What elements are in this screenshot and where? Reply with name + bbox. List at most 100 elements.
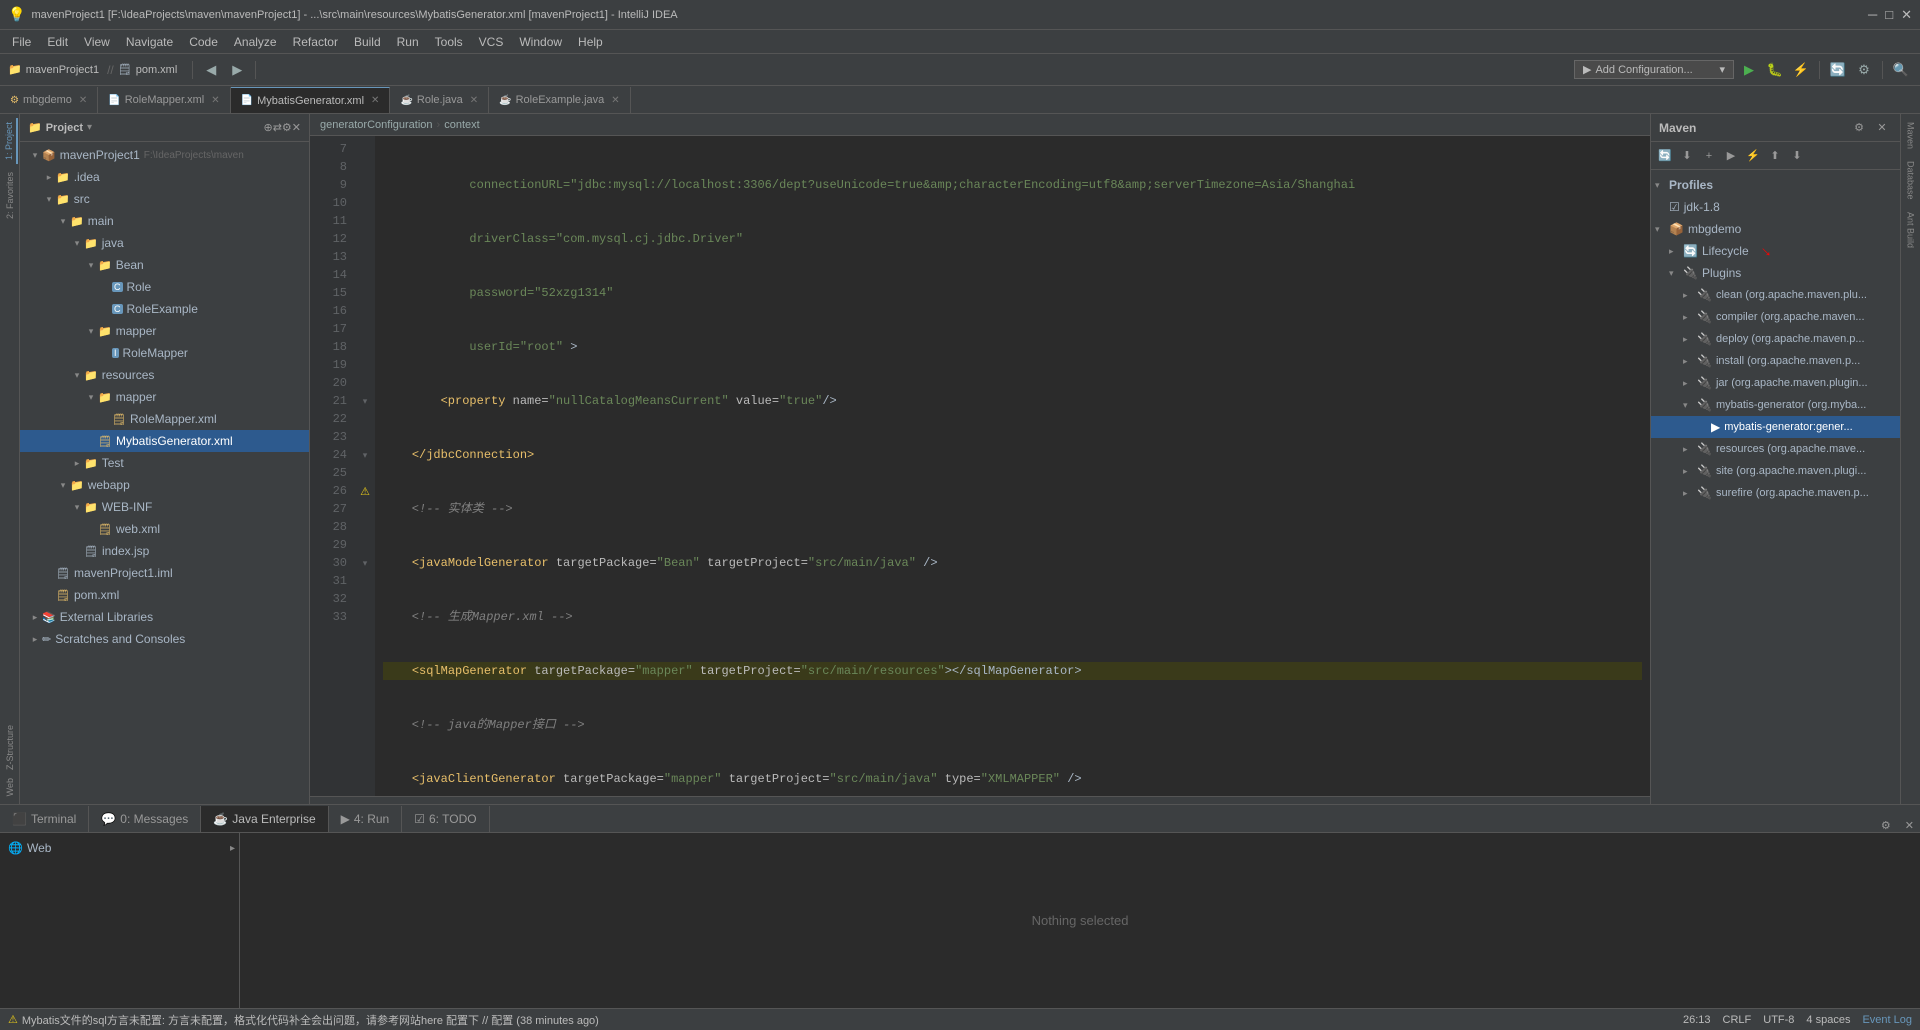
tab-close-mybatisgenerator[interactable]: ✕ [371,95,379,106]
code-editor[interactable]: 7 8 9 10 11 12 13 14 15 16 17 18 19 20 2… [310,136,1650,796]
menu-edit[interactable]: Edit [39,30,76,53]
debug-button[interactable]: 🐛 [1764,59,1786,81]
tree-rolemapper-xml[interactable]: 🗒 RoleMapper.xml [20,408,309,430]
bottom-web-item[interactable]: 🌐 Web ▸ [4,837,235,859]
tree-resources[interactable]: ▾ 📁 resources [20,364,309,386]
tree-src[interactable]: ▾ 📁 src [20,188,309,210]
tab-mybatisgenerator-xml[interactable]: 📄 MybatisGenerator.xml ✕ [231,87,391,113]
maven-plugin-compiler[interactable]: ▸ 🔌 compiler (org.apache.maven... [1651,306,1900,328]
right-activity-maven[interactable]: Maven [1904,118,1918,153]
bottom-settings-btn[interactable]: ⚙ [1873,819,1899,832]
maven-settings-btn[interactable]: ⚙ [1849,118,1869,138]
menu-view[interactable]: View [76,30,118,53]
tab-close-mbgdemo[interactable]: ✕ [79,95,87,106]
search-everywhere-button[interactable]: 🔍 [1890,59,1912,81]
tree-mapper-resources[interactable]: ▾ 📁 mapper [20,386,309,408]
tab-terminal[interactable]: ⬛ Terminal [0,806,89,832]
status-event-log[interactable]: Event Log [1862,1014,1912,1026]
activity-structure[interactable]: Z-Structure [3,721,17,774]
close-button[interactable]: ✕ [1901,7,1912,23]
project-close-btn[interactable]: ✕ [292,121,301,134]
profile-button[interactable]: ⚡ [1790,59,1812,81]
settings-button[interactable]: ⚙ [1853,59,1875,81]
maven-mybatis-generate-goal[interactable]: ▶ mybatis-generator:gener... [1651,416,1900,438]
maven-skip-test-btn[interactable]: ⚡ [1743,146,1763,166]
status-indent[interactable]: 4 spaces [1806,1014,1850,1026]
status-position[interactable]: 26:13 [1683,1014,1711,1026]
maven-plugin-jar[interactable]: ▸ 🔌 jar (org.apache.maven.plugin... [1651,372,1900,394]
maximize-button[interactable]: □ [1885,7,1893,23]
tab-run[interactable]: ▶ 4: Run [329,806,403,832]
menu-help[interactable]: Help [570,30,611,53]
tab-role-java[interactable]: ☕ Role.java ✕ [390,87,489,113]
project-dropdown-arrow[interactable]: ▾ [87,122,92,133]
project-add-btn[interactable]: ⊕ [263,121,272,134]
minimize-button[interactable]: ─ [1868,7,1877,23]
tab-close-role[interactable]: ✕ [470,95,478,106]
tree-role-class[interactable]: C Role [20,276,309,298]
tab-todo[interactable]: ☑ 6: TODO [402,806,489,832]
maven-plugin-install[interactable]: ▸ 🔌 install (org.apache.maven.p... [1651,350,1900,372]
right-activity-database[interactable]: Database [1904,157,1918,204]
maven-plugin-resources[interactable]: ▸ 🔌 resources (org.apache.mave... [1651,438,1900,460]
activity-web[interactable]: Web [3,774,17,800]
tree-webinf[interactable]: ▾ 📁 WEB-INF [20,496,309,518]
tree-index-jsp[interactable]: 🗒 index.jsp [20,540,309,562]
tree-external-libraries[interactable]: ▸ 📚 External Libraries [20,606,309,628]
menu-window[interactable]: Window [511,30,570,53]
maven-jdk18[interactable]: ☑ jdk-1.8 [1651,196,1900,218]
maven-plugins[interactable]: ▾ 🔌 Plugins [1651,262,1900,284]
tab-roleexample-java[interactable]: ☕ RoleExample.java ✕ [489,87,631,113]
tree-rolemapper-interface[interactable]: I RoleMapper [20,342,309,364]
right-activity-artbuild[interactable]: Ant Build [1904,208,1918,252]
run-configuration[interactable]: ▶ Add Configuration... ▾ [1574,60,1734,79]
activity-favorites[interactable]: 2: Favorites [3,168,17,223]
gutter-24[interactable]: ▾ [355,446,375,464]
menu-file[interactable]: File [4,30,39,53]
status-encoding[interactable]: UTF-8 [1763,1014,1794,1026]
project-sync-btn[interactable]: ⇄ [273,121,282,134]
maven-plugin-surefire[interactable]: ▸ 🔌 surefire (org.apache.maven.p... [1651,482,1900,504]
code-content[interactable]: connectionURL="jdbc:mysql://localhost:33… [375,136,1650,796]
toolbar-back-btn[interactable]: ◀ [200,59,222,81]
tree-idea[interactable]: ▸ 📁 .idea [20,166,309,188]
tab-mbgdemo[interactable]: ⚙ mbgdemo ✕ [0,87,98,113]
maven-lifecycle[interactable]: ▸ 🔄 Lifecycle → [1651,240,1900,262]
tree-test[interactable]: ▸ 📁 Test [20,452,309,474]
tree-scratches[interactable]: ▸ ✏ Scratches and Consoles [20,628,309,650]
maven-jdk18-checkbox[interactable]: ☑ [1669,200,1680,214]
tree-web-xml[interactable]: 🗒 web.xml [20,518,309,540]
tree-pom-xml[interactable]: 🗒 pom.xml [20,584,309,606]
maven-add-btn[interactable]: + [1699,146,1719,166]
tree-mybatisgenerator-xml[interactable]: 🗒 MybatisGenerator.xml [20,430,309,452]
maven-plugin-clean[interactable]: ▸ 🔌 clean (org.apache.maven.plu... [1651,284,1900,306]
bottom-close-btn[interactable]: ✕ [1899,819,1920,832]
activity-project[interactable]: 1: Project [2,118,18,164]
editor-hscrollbar[interactable] [310,796,1650,804]
update-button[interactable]: 🔄 [1827,59,1849,81]
menu-code[interactable]: Code [181,30,226,53]
tab-close-roleexample[interactable]: ✕ [611,95,619,106]
maven-download-btn[interactable]: ⬇ [1677,146,1697,166]
tree-main[interactable]: ▾ 📁 main [20,210,309,232]
gutter-30[interactable]: ▾ [355,554,375,572]
menu-analyze[interactable]: Analyze [226,30,285,53]
tab-rolemapper-xml[interactable]: 📄 RoleMapper.xml ✕ [98,87,230,113]
menu-run[interactable]: Run [389,30,427,53]
tab-messages[interactable]: 💬 0: Messages [89,806,201,832]
project-settings-btn[interactable]: ⚙ [282,121,292,134]
maven-plugin-site[interactable]: ▸ 🔌 site (org.apache.maven.plugi... [1651,460,1900,482]
run-button[interactable]: ▶ [1738,59,1760,81]
status-line-ending[interactable]: CRLF [1723,1014,1752,1026]
gutter-21[interactable]: ▾ [355,392,375,410]
tab-close-rolemapper[interactable]: ✕ [211,95,219,106]
maven-run-btn[interactable]: ▶ [1721,146,1741,166]
tree-roleexample-class[interactable]: C RoleExample [20,298,309,320]
menu-vcs[interactable]: VCS [471,30,512,53]
maven-plugin-mybatis-generator[interactable]: ▾ 🔌 mybatis-generator (org.myba... [1651,394,1900,416]
maven-close-btn[interactable]: ✕ [1872,118,1892,138]
tree-mapper-java[interactable]: ▾ 📁 mapper [20,320,309,342]
menu-navigate[interactable]: Navigate [118,30,181,53]
tree-iml[interactable]: 🗒 mavenProject1.iml [20,562,309,584]
maven-profiles-section[interactable]: ▾ Profiles [1651,174,1900,196]
